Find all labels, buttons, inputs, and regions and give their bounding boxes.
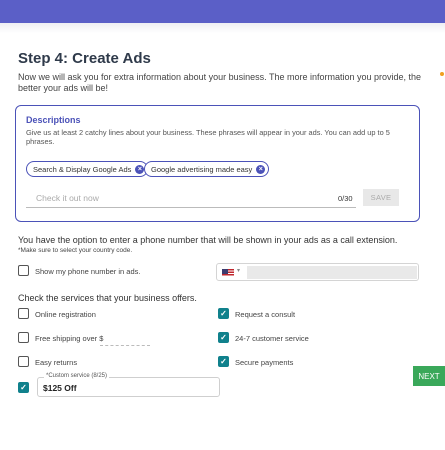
scroll-indicator-dot	[440, 72, 444, 76]
customer-service-label: 24-7 customer service	[235, 334, 309, 343]
description-chip-label: Google advertising made easy	[151, 164, 253, 174]
top-bar	[0, 0, 445, 23]
chevron-down-icon[interactable]: ▾	[237, 267, 240, 274]
show-phone-label: Show my phone number in ads.	[35, 267, 141, 276]
description-input[interactable]	[26, 188, 356, 208]
descriptions-help-text: Give us at least 2 catchy lines about yo…	[26, 128, 390, 146]
request-consult-label: Request a consult	[235, 310, 296, 319]
page-intro: Now we will ask you for extra informatio…	[18, 72, 422, 93]
phone-number-input[interactable]	[247, 266, 417, 279]
easy-returns-label: Easy returns	[35, 358, 78, 367]
free-shipping-checkbox[interactable]	[18, 332, 29, 343]
country-code-note: *Make sure to select your country code.	[18, 247, 133, 254]
page-title: Step 4: Create Ads	[18, 50, 151, 67]
online-registration-label: Online registration	[35, 310, 96, 319]
custom-service-checkbox[interactable]: ✓	[18, 382, 29, 393]
free-shipping-amount-input[interactable]	[100, 337, 150, 346]
custom-service-label: *Custom service (8/25)	[44, 373, 110, 379]
custom-service-field[interactable]: *Custom service (8/25)	[37, 373, 220, 397]
show-phone-checkbox[interactable]	[18, 265, 29, 276]
descriptions-card: Descriptions Give us at least 2 catchy l…	[15, 105, 420, 222]
easy-returns-checkbox[interactable]	[18, 356, 29, 367]
customer-service-checkbox[interactable]: ✓	[218, 332, 229, 343]
next-button[interactable]: NEXT	[413, 366, 445, 386]
description-chip-label: Search & Display Google Ads	[33, 164, 132, 174]
request-consult-checkbox[interactable]: ✓	[218, 308, 229, 319]
character-counter: 0/30	[338, 194, 353, 203]
secure-payments-checkbox[interactable]: ✓	[218, 356, 229, 367]
phone-info-text: You have the option to enter a phone num…	[18, 235, 398, 245]
secure-payments-label: Secure payments	[235, 358, 294, 367]
description-chip[interactable]: Search & Display Google Ads ×	[26, 161, 149, 177]
custom-service-input[interactable]	[43, 382, 213, 394]
online-registration-checkbox[interactable]	[18, 308, 29, 319]
description-chip[interactable]: Google advertising made easy ×	[144, 161, 270, 177]
services-title: Check the services that your business of…	[18, 293, 197, 303]
save-button[interactable]: SAVE	[363, 189, 399, 206]
top-bar-shadow	[0, 23, 445, 33]
phone-number-field[interactable]: ▾	[216, 263, 419, 281]
us-flag-icon[interactable]	[222, 269, 234, 277]
remove-chip-icon[interactable]: ×	[256, 164, 266, 174]
free-shipping-label: Free shipping over $	[35, 334, 104, 343]
descriptions-title: Descriptions	[26, 115, 81, 125]
